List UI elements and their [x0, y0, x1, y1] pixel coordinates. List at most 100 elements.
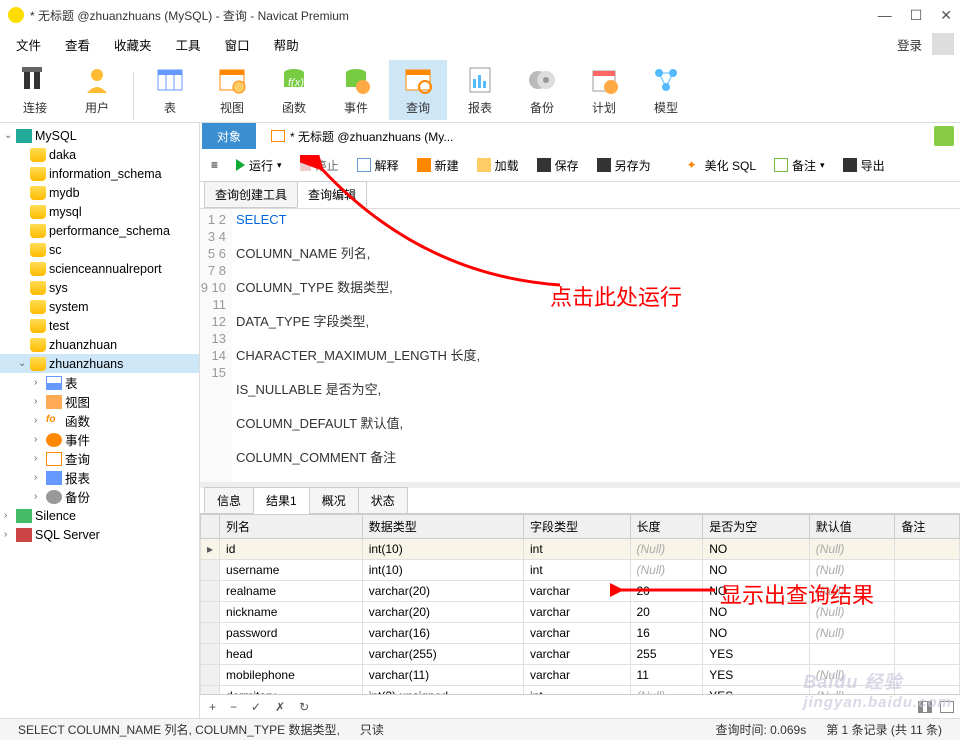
new-button[interactable]: 新建 [412, 154, 464, 177]
tool-table[interactable]: 表 [141, 60, 199, 120]
menu-help[interactable]: 帮助 [264, 31, 309, 58]
grid-cell[interactable]: (Null) [630, 560, 703, 581]
menu-tools[interactable]: 工具 [166, 31, 211, 58]
grid-cell[interactable] [895, 686, 960, 695]
close-button[interactable]: ✕ [940, 7, 952, 24]
tool-query[interactable]: 查询 [389, 60, 447, 120]
tree-node[interactable]: ›Silence [0, 506, 199, 525]
grid-cell[interactable]: (Null) [630, 539, 703, 560]
grid-cell[interactable]: (Null) [809, 581, 895, 602]
result-tab-0[interactable]: 信息 [204, 487, 254, 514]
menu-toggle-button[interactable]: ≡ [206, 155, 223, 175]
grid-mode-icon[interactable] [918, 701, 932, 713]
grid-cell[interactable] [895, 602, 960, 623]
grid-cell[interactable]: head [220, 644, 363, 665]
grid-cell[interactable]: varchar(255) [362, 644, 523, 665]
result-grid[interactable]: 列名数据类型字段类型长度是否为空默认值备注▸idint(10)int(Null)… [200, 514, 960, 694]
tool-connect[interactable]: 连接 [6, 60, 64, 120]
column-header[interactable]: 是否为空 [703, 515, 810, 539]
grid-cell[interactable]: NO [703, 539, 810, 560]
login-link[interactable]: 登录 [897, 35, 922, 54]
tree-node[interactable]: ⌄MySQL [0, 126, 199, 145]
avatar-icon[interactable] [932, 33, 954, 55]
grid-cell[interactable]: NO [703, 581, 810, 602]
tree-node[interactable]: ›fo函数 [0, 411, 199, 430]
grid-cell[interactable]: 20 [630, 581, 703, 602]
saveas-button[interactable]: 另存为 [592, 154, 656, 177]
grid-cell[interactable]: varchar [523, 623, 630, 644]
grid-cell[interactable]: id [220, 539, 363, 560]
grid-cell[interactable]: int [523, 539, 630, 560]
add-row-button[interactable]: + [206, 700, 219, 714]
grid-cell[interactable]: password [220, 623, 363, 644]
tree-node[interactable]: information_schema [0, 164, 199, 183]
grid-cell[interactable]: (Null) [809, 623, 895, 644]
grid-cell[interactable]: (Null) [809, 665, 895, 686]
result-tab-3[interactable]: 状态 [358, 487, 408, 514]
grid-cell[interactable]: varchar(16) [362, 623, 523, 644]
grid-cell[interactable]: 11 [630, 665, 703, 686]
tree-node[interactable]: mysql [0, 202, 199, 221]
grid-cell[interactable]: dormitory [220, 686, 363, 695]
tree-node[interactable]: ›查询 [0, 449, 199, 468]
remark-button[interactable]: 备注▾ [769, 154, 830, 177]
sql-code[interactable]: SELECT COLUMN_NAME 列名, COLUMN_TYPE 数据类型,… [232, 209, 960, 482]
grid-cell[interactable] [895, 665, 960, 686]
tool-view[interactable]: 视图 [203, 60, 261, 120]
grid-cell[interactable]: NO [703, 602, 810, 623]
tree-node[interactable]: zhuanzhuan [0, 335, 199, 354]
run-button[interactable]: 运行▾ [231, 154, 287, 177]
grid-cell[interactable] [895, 581, 960, 602]
grid-cell[interactable]: (Null) [809, 686, 895, 695]
tree-node[interactable]: ›SQL Server [0, 525, 199, 544]
subtab-editor[interactable]: 查询编辑 [297, 181, 367, 208]
grid-cell[interactable]: int(10) [362, 539, 523, 560]
tab-objects[interactable]: 对象 [202, 123, 256, 149]
tool-schedule[interactable]: 计划 [575, 60, 633, 120]
add-tab-button[interactable] [934, 126, 954, 146]
grid-cell[interactable]: (Null) [630, 686, 703, 695]
grid-cell[interactable]: YES [703, 644, 810, 665]
column-header[interactable]: 列名 [220, 515, 363, 539]
tool-backup[interactable]: 备份 [513, 60, 571, 120]
grid-cell[interactable] [809, 644, 895, 665]
grid-cell[interactable]: 20 [630, 602, 703, 623]
column-header[interactable]: 长度 [630, 515, 703, 539]
grid-cell[interactable]: varchar(20) [362, 602, 523, 623]
grid-cell[interactable] [895, 539, 960, 560]
subtab-builder[interactable]: 查询创建工具 [204, 181, 298, 208]
grid-cell[interactable]: 16 [630, 623, 703, 644]
grid-cell[interactable]: int(2) unsigned [362, 686, 523, 695]
beautify-button[interactable]: ✦美化 SQL [682, 154, 761, 177]
tree-node[interactable]: ›备份 [0, 487, 199, 506]
grid-cell[interactable]: NO [703, 623, 810, 644]
refresh-button[interactable]: ↻ [296, 700, 312, 714]
tool-report[interactable]: 报表 [451, 60, 509, 120]
grid-cell[interactable] [895, 623, 960, 644]
column-header[interactable]: 备注 [895, 515, 960, 539]
sql-editor[interactable]: 1 2 3 4 5 6 7 8 9 10 11 12 13 14 15 SELE… [200, 208, 960, 482]
grid-cell[interactable]: varchar [523, 602, 630, 623]
grid-cell[interactable]: mobilephone [220, 665, 363, 686]
grid-cell[interactable]: realname [220, 581, 363, 602]
export-button[interactable]: 导出 [838, 154, 890, 177]
explain-button[interactable]: 解释 [352, 154, 404, 177]
grid-cell[interactable]: int(10) [362, 560, 523, 581]
tab-query-doc[interactable]: * 无标题 @zhuanzhuans (My... [256, 123, 468, 149]
menu-file[interactable]: 文件 [6, 31, 51, 58]
connection-tree[interactable]: ⌄MySQLdakainformation_schemamydbmysqlper… [0, 123, 200, 718]
menu-favorites[interactable]: 收藏夹 [104, 31, 162, 58]
tree-node[interactable]: scienceannualreport [0, 259, 199, 278]
tool-user[interactable]: 用户 [68, 60, 126, 120]
grid-cell[interactable]: varchar [523, 665, 630, 686]
tool-event[interactable]: 事件 [327, 60, 385, 120]
grid-cell[interactable]: (Null) [809, 539, 895, 560]
column-header[interactable]: 数据类型 [362, 515, 523, 539]
grid-cell[interactable]: int [523, 560, 630, 581]
grid-cell[interactable]: varchar [523, 581, 630, 602]
tree-node[interactable]: ›表 [0, 373, 199, 392]
tree-node[interactable]: ›报表 [0, 468, 199, 487]
column-header[interactable]: 默认值 [809, 515, 895, 539]
maximize-button[interactable]: ☐ [910, 7, 923, 24]
grid-cell[interactable]: YES [703, 665, 810, 686]
